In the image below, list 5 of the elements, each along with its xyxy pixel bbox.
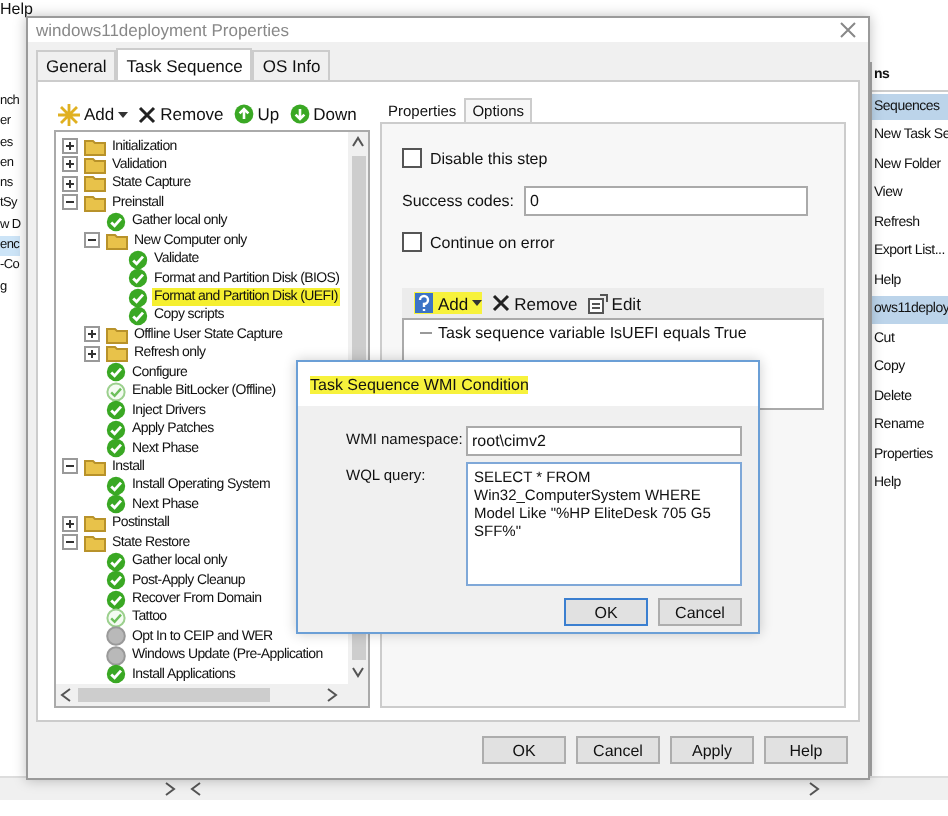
dialog-title: Task Sequence WMI Condition bbox=[310, 375, 529, 393]
field-label: Success codes: bbox=[402, 191, 515, 210]
checkbox-label: Continue on error bbox=[430, 233, 555, 252]
window-title: windows11deployment Properties bbox=[36, 20, 289, 41]
checkbox-label: Disable this step bbox=[430, 149, 548, 168]
